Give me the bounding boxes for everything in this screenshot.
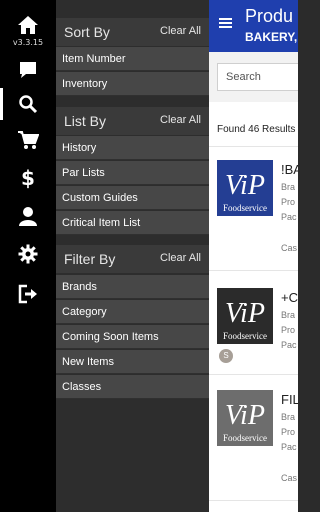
svg-text:$: $ — [21, 167, 35, 189]
sort-option-inventory[interactable]: Inventory — [56, 72, 209, 96]
cart-icon — [18, 131, 39, 149]
divider — [209, 500, 298, 501]
search-bar: Search — [209, 52, 298, 102]
product-meta: Bra Pro Pac — [281, 310, 297, 350]
product-card[interactable]: ViP Foodservice !BA Bra Pro Pac Cas — [209, 147, 298, 253]
product-card[interactable]: ViP Foodservice FIL Bra Pro Pac Cas — [209, 375, 298, 483]
filter-option-brands[interactable]: Brands — [56, 275, 209, 299]
list-clear-button[interactable]: Clear All — [160, 114, 201, 126]
cart-button[interactable] — [0, 122, 56, 158]
svg-text:ViP: ViP — [225, 298, 265, 329]
filter-by-title: Filter By — [64, 251, 116, 267]
account-button[interactable] — [0, 198, 56, 234]
app-header: Produ BAKERY, — [209, 0, 298, 52]
vip-logo: ViP Foodservice — [217, 390, 273, 446]
list-by-header: List By Clear All — [56, 107, 209, 135]
settings-button[interactable] — [0, 236, 56, 272]
user-icon — [19, 207, 37, 226]
search-icon — [19, 95, 38, 114]
sort-option-item-number[interactable]: Item Number — [56, 47, 209, 71]
filter-panel: Sort By Clear All Item Number Inventory … — [56, 0, 209, 512]
filter-by-header: Filter By Clear All — [56, 245, 209, 273]
pricing-button[interactable]: $ — [0, 160, 56, 196]
sort-by-header: Sort By Clear All — [56, 18, 209, 46]
vip-logo: ViP Foodservice — [217, 160, 273, 216]
svg-text:Foodservice: Foodservice — [223, 203, 267, 213]
product-case: Cas — [281, 243, 298, 253]
status-badge: S — [219, 349, 233, 363]
main-content: Produ BAKERY, Search Found 46 Results Vi… — [209, 0, 298, 512]
svg-text:ViP: ViP — [225, 170, 265, 201]
list-by-title: List By — [64, 113, 107, 129]
logout-button[interactable] — [0, 276, 56, 312]
logout-icon — [18, 284, 37, 304]
list-option-critical-item-list[interactable]: Critical Item List — [56, 211, 209, 235]
results-count: Found 46 Results — [217, 124, 296, 135]
filter-option-coming-soon[interactable]: Coming Soon Items — [56, 325, 209, 349]
menu-icon[interactable] — [219, 18, 232, 29]
list-option-par-lists[interactable]: Par Lists — [56, 161, 209, 185]
page-title: Produ — [245, 6, 294, 26]
messages-button[interactable] — [0, 52, 56, 88]
search-input[interactable]: Search — [217, 63, 298, 91]
filter-option-classes[interactable]: Classes — [56, 375, 209, 399]
vip-logo: ViP Foodservice — [217, 288, 273, 344]
svg-text:Foodservice: Foodservice — [223, 331, 267, 341]
product-name: FIL — [281, 392, 298, 407]
product-name: !BA — [281, 162, 298, 177]
product-name: +C — [281, 290, 298, 305]
home-button[interactable] — [0, 10, 56, 40]
dollar-icon: $ — [21, 167, 35, 189]
version-label: v3.3.15 — [12, 38, 44, 47]
list-option-history[interactable]: History — [56, 136, 209, 160]
search-button[interactable] — [0, 86, 56, 122]
icon-rail: v3.3.15 $ — [0, 0, 56, 512]
sort-by-title: Sort By — [64, 24, 110, 40]
chat-icon — [20, 62, 36, 78]
page-subtitle: BAKERY, — [245, 30, 298, 44]
home-icon — [18, 16, 38, 34]
svg-text:ViP: ViP — [225, 400, 265, 431]
filter-option-category[interactable]: Category — [56, 300, 209, 324]
sort-clear-button[interactable]: Clear All — [160, 25, 201, 37]
product-case: Cas — [281, 473, 298, 483]
product-card[interactable]: ViP Foodservice S +C Bra Pro Pac — [209, 271, 298, 371]
product-meta: Bra Pro Pac — [281, 412, 297, 452]
gear-icon — [18, 244, 38, 264]
filter-option-new-items[interactable]: New Items — [56, 350, 209, 374]
product-meta: Bra Pro Pac — [281, 182, 297, 222]
svg-text:Foodservice: Foodservice — [223, 433, 267, 443]
filter-clear-button[interactable]: Clear All — [160, 252, 201, 264]
list-option-custom-guides[interactable]: Custom Guides — [56, 186, 209, 210]
